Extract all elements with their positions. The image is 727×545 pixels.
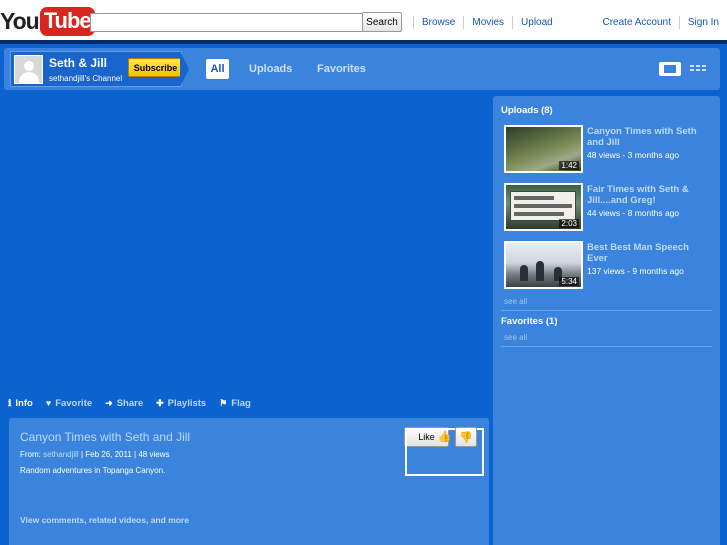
nav-sign-in[interactable]: Sign In xyxy=(678,16,727,29)
flag-label: Flag xyxy=(231,397,251,409)
sign-text-line xyxy=(514,204,572,208)
info-label: Info xyxy=(15,397,33,409)
playlists-label: Playlists xyxy=(167,397,207,409)
grid-cell xyxy=(696,69,700,71)
tab-all[interactable]: All xyxy=(206,59,229,79)
search-input[interactable] xyxy=(90,13,363,32)
masthead: You Tube Search Browse Movies Upload Cre… xyxy=(0,0,727,40)
grid-cell xyxy=(690,65,694,67)
nav-upload[interactable]: Upload xyxy=(512,16,561,29)
masthead-divider xyxy=(0,40,727,44)
video-title: Canyon Times with Seth and Jill xyxy=(20,430,191,444)
heart-icon: ♥ xyxy=(45,398,52,408)
grid-cell xyxy=(702,65,706,67)
upload-item[interactable]: 1:42 Canyon Times with Seth and Jill 48 … xyxy=(504,125,714,175)
avatar-body-icon xyxy=(19,72,39,83)
subscribe-button[interactable]: Subscribe xyxy=(128,58,183,77)
player-view-screen xyxy=(664,65,676,73)
logo-you: You xyxy=(0,7,40,34)
avatar[interactable] xyxy=(14,55,43,84)
grid-cell xyxy=(690,69,694,71)
favorite-action[interactable]: ♥ Favorite xyxy=(46,398,92,409)
search-button[interactable]: Search xyxy=(362,12,402,32)
grid-cell xyxy=(702,69,706,71)
main-nav: Browse Movies Upload xyxy=(413,16,561,29)
from-label: From: xyxy=(20,450,41,459)
upload-item[interactable]: 2:03 Fair Times with Seth & Jill....and … xyxy=(504,183,714,233)
thumbs-down-icon: 👎 xyxy=(459,431,473,444)
favorites-heading[interactable]: Favorites (1) xyxy=(501,316,558,327)
video-duration: 2:03 xyxy=(559,219,579,228)
nav-browse[interactable]: Browse xyxy=(413,16,463,29)
grid-view-icon[interactable] xyxy=(690,62,706,76)
thumbnail-sign xyxy=(510,191,576,221)
upload-stats: 137 views - 9 months ago xyxy=(587,266,684,276)
player-view-icon[interactable] xyxy=(659,62,681,76)
section-divider xyxy=(501,346,712,347)
tab-uploads[interactable]: Uploads xyxy=(249,63,292,75)
account-nav: Create Account Sign In xyxy=(594,16,727,29)
dislike-button[interactable]: 👎 xyxy=(455,427,477,447)
youtube-logo[interactable]: You Tube xyxy=(0,5,95,37)
channel-name[interactable]: Seth & Jill xyxy=(49,56,107,70)
avatar-head-icon xyxy=(24,61,34,71)
upload-stats: 48 views - 3 months ago xyxy=(587,150,680,160)
logo-tube: Tube xyxy=(39,6,95,36)
upload-title[interactable]: Fair Times with Seth & Jill....and Greg! xyxy=(587,184,711,206)
playlists-action[interactable]: ✚ Playlists xyxy=(156,398,206,409)
info-icon: ℹ xyxy=(8,397,12,408)
video-info-panel: Canyon Times with Seth and Jill From: se… xyxy=(9,418,489,545)
channel-subtitle: sethandjill's Channel xyxy=(49,74,123,83)
sign-text-line xyxy=(514,212,564,216)
info-action[interactable]: ℹ Info xyxy=(8,398,33,409)
share-label: Share xyxy=(116,397,144,409)
nav-create-account[interactable]: Create Account xyxy=(594,16,678,29)
share-action[interactable]: ➜ Share xyxy=(105,398,143,409)
video-meta: From: sethandjill | Feb 26, 2011 | 48 vi… xyxy=(20,450,169,459)
upload-item[interactable]: 5:34 Best Best Man Speech Ever 137 views… xyxy=(504,241,714,291)
tab-favorites[interactable]: Favorites xyxy=(317,63,366,75)
channel-sidebar: Uploads (8) 1:42 Canyon Times with Seth … xyxy=(493,96,720,545)
flag-action[interactable]: ⚑ Flag xyxy=(219,398,251,409)
view-more-link[interactable]: View comments, related videos, and more xyxy=(20,515,189,525)
video-duration: 1:42 xyxy=(559,161,579,170)
nav-movies[interactable]: Movies xyxy=(463,16,512,29)
video-author-link[interactable]: sethandjill xyxy=(43,450,79,459)
upload-title[interactable]: Canyon Times with Seth and Jill xyxy=(587,126,711,148)
thumbnail-figure xyxy=(520,265,528,281)
video-thumbnail[interactable]: 5:34 xyxy=(504,241,583,289)
video-thumbnail[interactable]: 1:42 xyxy=(504,125,583,173)
video-thumbnail[interactable]: 2:03 xyxy=(504,183,583,231)
channel-bar: Seth & Jill sethandjill's Channel Subscr… xyxy=(4,48,720,90)
video-views: 48 views xyxy=(138,450,170,459)
flag-icon: ⚑ xyxy=(219,397,228,408)
share-arrow-icon: ➜ xyxy=(105,397,113,408)
like-button[interactable]: 👍 Like xyxy=(404,427,484,476)
favorite-label: Favorite xyxy=(55,397,93,409)
sign-text-line xyxy=(514,196,554,200)
video-duration: 5:34 xyxy=(559,277,579,286)
video-description: Random adventures in Topanga Canyon. xyxy=(20,466,166,475)
section-divider xyxy=(501,310,712,311)
video-actions: ℹ Info ♥ Favorite ➜ Share ✚ Playlists ⚑ Flag xyxy=(8,396,264,410)
video-player[interactable] xyxy=(8,96,489,386)
plus-icon: ✚ xyxy=(156,397,164,408)
video-date: Feb 26, 2011 xyxy=(85,450,132,459)
favorites-see-all-link[interactable]: see all xyxy=(504,333,527,342)
upload-stats: 44 views - 8 months ago xyxy=(587,208,680,218)
channel-card-arrow xyxy=(180,51,189,87)
uploads-see-all-link[interactable]: see all xyxy=(504,297,527,306)
grid-cell xyxy=(696,65,700,67)
upload-title[interactable]: Best Best Man Speech Ever xyxy=(587,242,711,264)
channel-card: Seth & Jill sethandjill's Channel Subscr… xyxy=(10,51,183,87)
uploads-heading[interactable]: Uploads (8) xyxy=(501,105,553,116)
thumbnail-figure xyxy=(536,261,544,281)
